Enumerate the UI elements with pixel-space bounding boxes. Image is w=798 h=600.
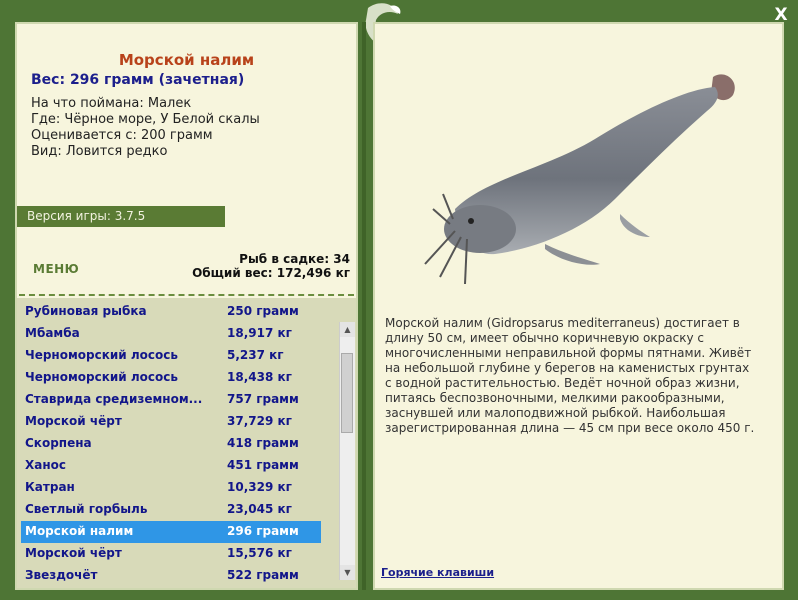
catch-info-panel: Морской налим Вес: 296 грамм (зачетная) … xyxy=(15,22,358,590)
dashed-divider xyxy=(19,294,354,296)
fish-bait: На что поймана: Малек xyxy=(31,96,192,111)
catch-fish-weight: 418 грамм xyxy=(227,436,299,450)
fish-location: Где: Чёрное море, У Белой скалы xyxy=(31,112,260,127)
catch-fish-weight: 37,729 кг xyxy=(227,414,292,428)
catch-list-row[interactable]: Мбамба 18,917 кг xyxy=(21,323,321,345)
catch-list-row[interactable]: Черноморский лосось 18,438 кг xyxy=(21,367,321,389)
catch-list-row[interactable]: Светлый горбыль 23,045 кг xyxy=(21,499,321,521)
catch-fish-weight: 522 грамм xyxy=(227,568,299,582)
catch-list-row[interactable]: Рубиновая рыбка 250 грамм xyxy=(21,301,321,323)
catch-list-row[interactable]: Скорпена 418 грамм xyxy=(21,433,321,455)
catch-fish-name: Звездочёт xyxy=(25,568,98,582)
catch-fish-weight: 15,576 кг xyxy=(227,546,292,560)
catch-fish-name: Мбамба xyxy=(25,326,80,340)
cage-total-weight: Общий вес: 172,496 кг xyxy=(192,266,350,280)
catch-fish-weight: 10,329 кг xyxy=(227,480,292,494)
catch-fish-name: Морской налим xyxy=(25,524,134,538)
catch-fish-weight: 757 грамм xyxy=(227,392,299,406)
catch-list-row[interactable]: Катран 10,329 кг xyxy=(21,477,321,499)
menu-button[interactable]: МЕНЮ xyxy=(33,262,79,276)
fish-weight: Вес: 296 грамм (зачетная) xyxy=(31,72,245,88)
catch-list-row[interactable]: Морской чёрт 37,729 кг xyxy=(21,411,321,433)
fish-description-text: Морской налим (Gidropsarus mediterraneus… xyxy=(385,316,755,435)
catch-fish-name: Черноморский лосось xyxy=(25,348,178,362)
catch-fish-name: Скорпена xyxy=(25,436,92,450)
catch-list: Рубиновая рыбка 250 грамм Мбамба 18,917 кг Ч… xyxy=(17,298,356,588)
game-version: Версия игры: 3.7.5 xyxy=(17,206,225,227)
catch-fish-weight: 296 грамм xyxy=(227,524,299,538)
scroll-up-icon[interactable]: ▲ xyxy=(340,322,355,337)
panel-divider xyxy=(362,22,366,590)
catch-list-row[interactable]: Звездочёт 522 грамм xyxy=(21,565,321,587)
fish-rated-from: Оценивается с: 200 грамм xyxy=(31,128,213,143)
catch-fish-weight: 18,917 кг xyxy=(227,326,292,340)
catch-fish-weight: 18,438 кг xyxy=(227,370,292,384)
catch-list-row[interactable]: Ставрида средиземном... 757 грамм xyxy=(21,389,321,411)
catch-fish-weight: 23,045 кг xyxy=(227,502,292,516)
list-scrollbar[interactable]: ▲ ▼ xyxy=(339,322,355,580)
catch-fish-weight: 250 грамм xyxy=(227,304,299,318)
catch-fish-name: Ставрида средиземном... xyxy=(25,392,203,406)
fish-image xyxy=(424,74,735,285)
scroll-thumb[interactable] xyxy=(341,353,353,433)
catch-fish-weight: 5,237 кг xyxy=(227,348,284,362)
catch-fish-name: Черноморский лосось xyxy=(25,370,178,384)
fish-rarity: Вид: Ловится редко xyxy=(31,144,168,159)
catch-fish-name: Светлый горбыль xyxy=(25,502,148,516)
catch-list-row[interactable]: Черноморский лосось 5,237 кг xyxy=(21,345,321,367)
hotkeys-link[interactable]: Горячие клавиши xyxy=(381,566,494,579)
fish-description-panel: Морской налим (Gidropsarus mediterraneus… xyxy=(373,22,784,590)
catch-list-row[interactable]: Морской чёрт 15,576 кг xyxy=(21,543,321,565)
catch-fish-name: Ханос xyxy=(25,458,66,472)
catch-fish-name: Морской чёрт xyxy=(25,546,122,560)
scroll-down-icon[interactable]: ▼ xyxy=(340,565,355,580)
catch-fish-name: Рубиновая рыбка xyxy=(25,304,147,318)
cage-fish-count: Рыб в садке: 34 xyxy=(239,252,350,266)
catch-fish-weight: 451 грамм xyxy=(227,458,299,472)
catch-list-row[interactable]: Морской налим 296 грамм xyxy=(21,521,321,543)
fish-name-title: Морской налим xyxy=(118,51,255,69)
catch-list-row[interactable]: Ханос 451 грамм xyxy=(21,455,321,477)
catch-fish-name: Морской чёрт xyxy=(25,414,122,428)
catch-fish-name: Катран xyxy=(25,480,75,494)
